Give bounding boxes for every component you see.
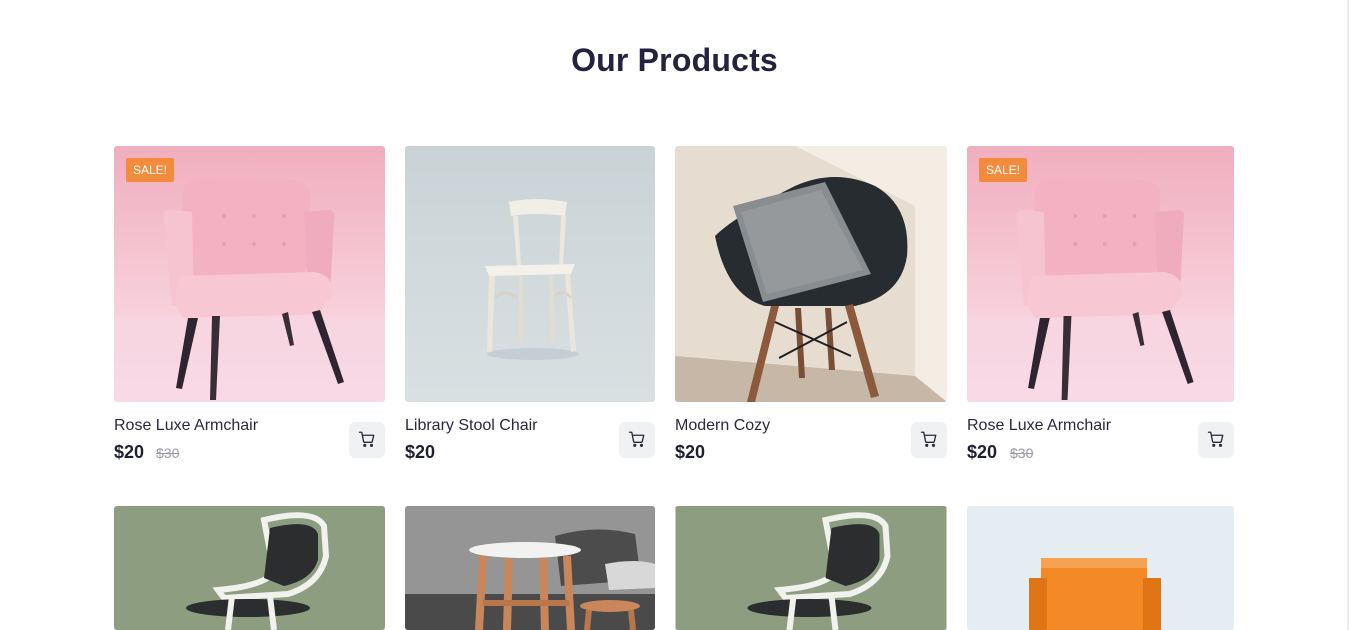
product-image-white-wooden-chair[interactable] — [405, 146, 655, 402]
add-to-cart-button[interactable] — [911, 422, 947, 458]
add-to-cart-button[interactable] — [349, 422, 385, 458]
product-card[interactable]: Library Stool Chair $20 — [405, 146, 655, 466]
shopping-cart-icon — [628, 430, 646, 451]
product-image-office-chair[interactable] — [675, 506, 947, 630]
product-name[interactable]: Rose Luxe Armchair — [967, 417, 1111, 435]
product-card[interactable] — [675, 506, 947, 630]
product-name[interactable]: Library Stool Chair — [405, 417, 538, 435]
product-card[interactable] — [114, 506, 385, 630]
product-price: $20 — [405, 442, 436, 462]
add-to-cart-button[interactable] — [619, 422, 655, 458]
shopping-cart-icon — [1207, 430, 1225, 451]
add-to-cart-button[interactable] — [1198, 422, 1234, 458]
product-price: $20 — [967, 442, 998, 462]
product-image-pink-armchair[interactable]: SALE! — [967, 146, 1234, 402]
product-image-office-chair[interactable] — [114, 506, 385, 630]
product-image-pink-armchair[interactable]: SALE! — [114, 146, 385, 402]
shopping-cart-icon — [358, 430, 376, 451]
sale-badge: SALE! — [979, 158, 1028, 182]
product-price: $20 — [675, 442, 706, 462]
product-old-price: $30 — [156, 445, 180, 461]
product-image-black-shell-chair[interactable] — [675, 146, 947, 402]
product-image-orange-chair[interactable] — [967, 506, 1234, 630]
product-price: $20 — [114, 442, 145, 462]
product-card[interactable]: SALE! Rose Luxe Armchair $20 $30 — [114, 146, 385, 466]
product-card[interactable]: SALE! Rose Luxe Armchair $20 $30 — [967, 146, 1234, 466]
product-name[interactable]: Rose Luxe Armchair — [114, 417, 258, 435]
product-name[interactable]: Modern Cozy — [675, 417, 770, 435]
section-title: Our Products — [571, 42, 778, 78]
product-old-price: $30 — [1010, 445, 1034, 461]
product-card[interactable] — [967, 506, 1234, 630]
product-card[interactable] — [405, 506, 655, 630]
shopping-cart-icon — [920, 430, 938, 451]
product-image-side-table[interactable] — [405, 506, 655, 630]
sale-badge: SALE! — [126, 158, 175, 182]
product-card[interactable]: Modern Cozy $20 — [675, 146, 947, 466]
